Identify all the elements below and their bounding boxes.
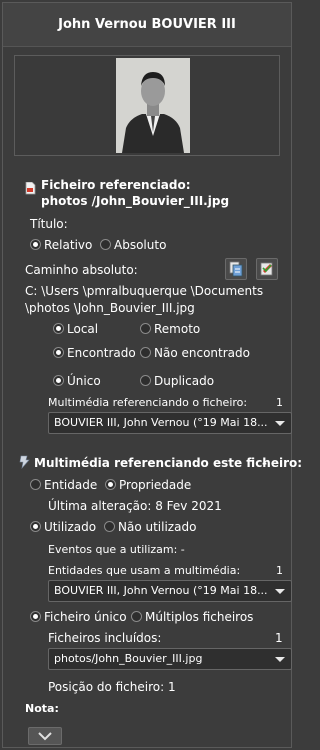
multi-file-radio-dot[interactable]	[131, 611, 142, 622]
single-file-radio[interactable]: Ficheiro único	[30, 610, 127, 624]
media-ref-icon	[18, 455, 30, 469]
not-used-radio-dot[interactable]	[104, 521, 115, 532]
remote-label: Remoto	[154, 322, 201, 336]
found-label: Encontrado	[67, 346, 136, 360]
entities-label: Entidades que usam a multimédia:	[48, 564, 241, 577]
local-radio-dot[interactable]	[53, 323, 64, 334]
single-file-radio-dot[interactable]	[30, 611, 41, 622]
remote-radio[interactable]: Remoto	[140, 322, 200, 336]
property-radio[interactable]: Propriedade	[105, 478, 191, 492]
property-label: Propriedade	[119, 478, 192, 492]
used-radio-dot[interactable]	[30, 521, 41, 532]
local-radio[interactable]: Local	[53, 322, 98, 336]
entity-label: Entidade	[44, 478, 98, 492]
used-radio[interactable]: Utilizado	[30, 520, 96, 534]
duplicate-label: Duplicado	[154, 374, 215, 388]
last-change-text: Última alteração: 8 Fev 2021	[48, 499, 222, 513]
relative-label: Relativo	[44, 238, 93, 252]
ref-media-value: BOUVIER III, John Vernou (°19 Mai 18...	[54, 416, 268, 429]
ref-media-count: 1	[276, 396, 283, 409]
chevron-down-icon[interactable]	[275, 657, 285, 662]
file-position-text: Posição do ficheiro: 1	[48, 680, 176, 694]
found-radio-dot[interactable]	[53, 347, 64, 358]
ref-media-label: Multimédia referenciando o ficheiro:	[48, 396, 248, 409]
not-found-radio[interactable]: Não encontrado	[140, 346, 250, 360]
panel-header: John Vernou BOUVIER III	[3, 3, 291, 47]
found-radio[interactable]: Encontrado	[53, 346, 136, 360]
not-found-label: Não encontrado	[154, 346, 250, 360]
abs-path-label: Caminho absoluto:	[25, 263, 138, 277]
entity-radio[interactable]: Entidade	[30, 478, 97, 492]
title-label: Título:	[30, 217, 68, 231]
absolute-radio[interactable]: Absoluto	[100, 238, 166, 252]
copy-icon	[229, 261, 243, 277]
entities-select[interactable]: BOUVIER III, John Vernou (°19 Mai 18...	[48, 580, 292, 602]
duplicate-radio-dot[interactable]	[140, 375, 151, 386]
multi-file-label: Múltiplos ficheiros	[145, 610, 254, 624]
relative-radio[interactable]: Relativo	[30, 238, 92, 252]
local-label: Local	[67, 322, 99, 336]
chevron-down-icon	[38, 732, 52, 741]
included-files-count: 1	[275, 631, 283, 645]
multi-file-radio[interactable]: Múltiplos ficheiros	[131, 610, 253, 624]
entity-radio-dot[interactable]	[30, 479, 41, 490]
not-used-label: Não utilizado	[118, 520, 197, 534]
events-label: Eventos que a utilizam: -	[48, 543, 185, 556]
file-ref-heading: Ficheiro referenciado:	[41, 178, 191, 192]
used-label: Utilizado	[44, 520, 97, 534]
remote-radio-dot[interactable]	[140, 323, 151, 334]
abs-path-line2: \photos \John_Bouvier_III.jpg	[25, 301, 195, 315]
edit-file-icon	[260, 262, 273, 276]
unique-radio[interactable]: Único	[53, 374, 101, 388]
not-used-radio[interactable]: Não utilizado	[104, 520, 196, 534]
single-file-label: Ficheiro único	[44, 610, 127, 624]
property-radio-dot[interactable]	[105, 479, 116, 490]
absolute-radio-dot[interactable]	[100, 239, 111, 250]
ref-media-select[interactable]: BOUVIER III, John Vernou (°19 Mai 18...	[48, 412, 292, 434]
note-label: Nota:	[25, 702, 59, 715]
absolute-label: Absoluto	[114, 238, 167, 252]
unique-radio-dot[interactable]	[53, 375, 64, 386]
included-files-value: photos/John_Bouvier_III.jpg	[54, 652, 203, 665]
open-file-button[interactable]	[256, 258, 278, 280]
expand-button[interactable]	[28, 727, 62, 745]
abs-path-line1: C: \Users \pmralbuquerque \Documents	[25, 284, 264, 298]
copy-path-button[interactable]	[225, 258, 247, 280]
person-name-title: John Vernou BOUVIER III	[58, 17, 236, 32]
person-photo[interactable]	[116, 58, 190, 153]
chevron-down-icon[interactable]	[275, 589, 285, 594]
entities-count: 1	[276, 564, 283, 577]
relative-radio-dot[interactable]	[30, 239, 41, 250]
not-found-radio-dot[interactable]	[140, 347, 151, 358]
photo-frame	[14, 55, 280, 156]
duplicate-radio[interactable]: Duplicado	[140, 374, 214, 388]
chevron-down-icon[interactable]	[275, 421, 285, 426]
file-ref-path: photos /John_Bouvier_III.jpg	[41, 194, 230, 208]
entities-value: BOUVIER III, John Vernou (°19 Mai 18...	[54, 584, 268, 597]
media-ref-heading-suffix: -	[262, 456, 267, 470]
included-files-label: Ficheiros incluídos:	[48, 631, 162, 645]
unique-label: Único	[67, 374, 101, 388]
included-files-select[interactable]: photos/John_Bouvier_III.jpg	[48, 648, 292, 670]
file-ref-icon	[25, 181, 36, 195]
